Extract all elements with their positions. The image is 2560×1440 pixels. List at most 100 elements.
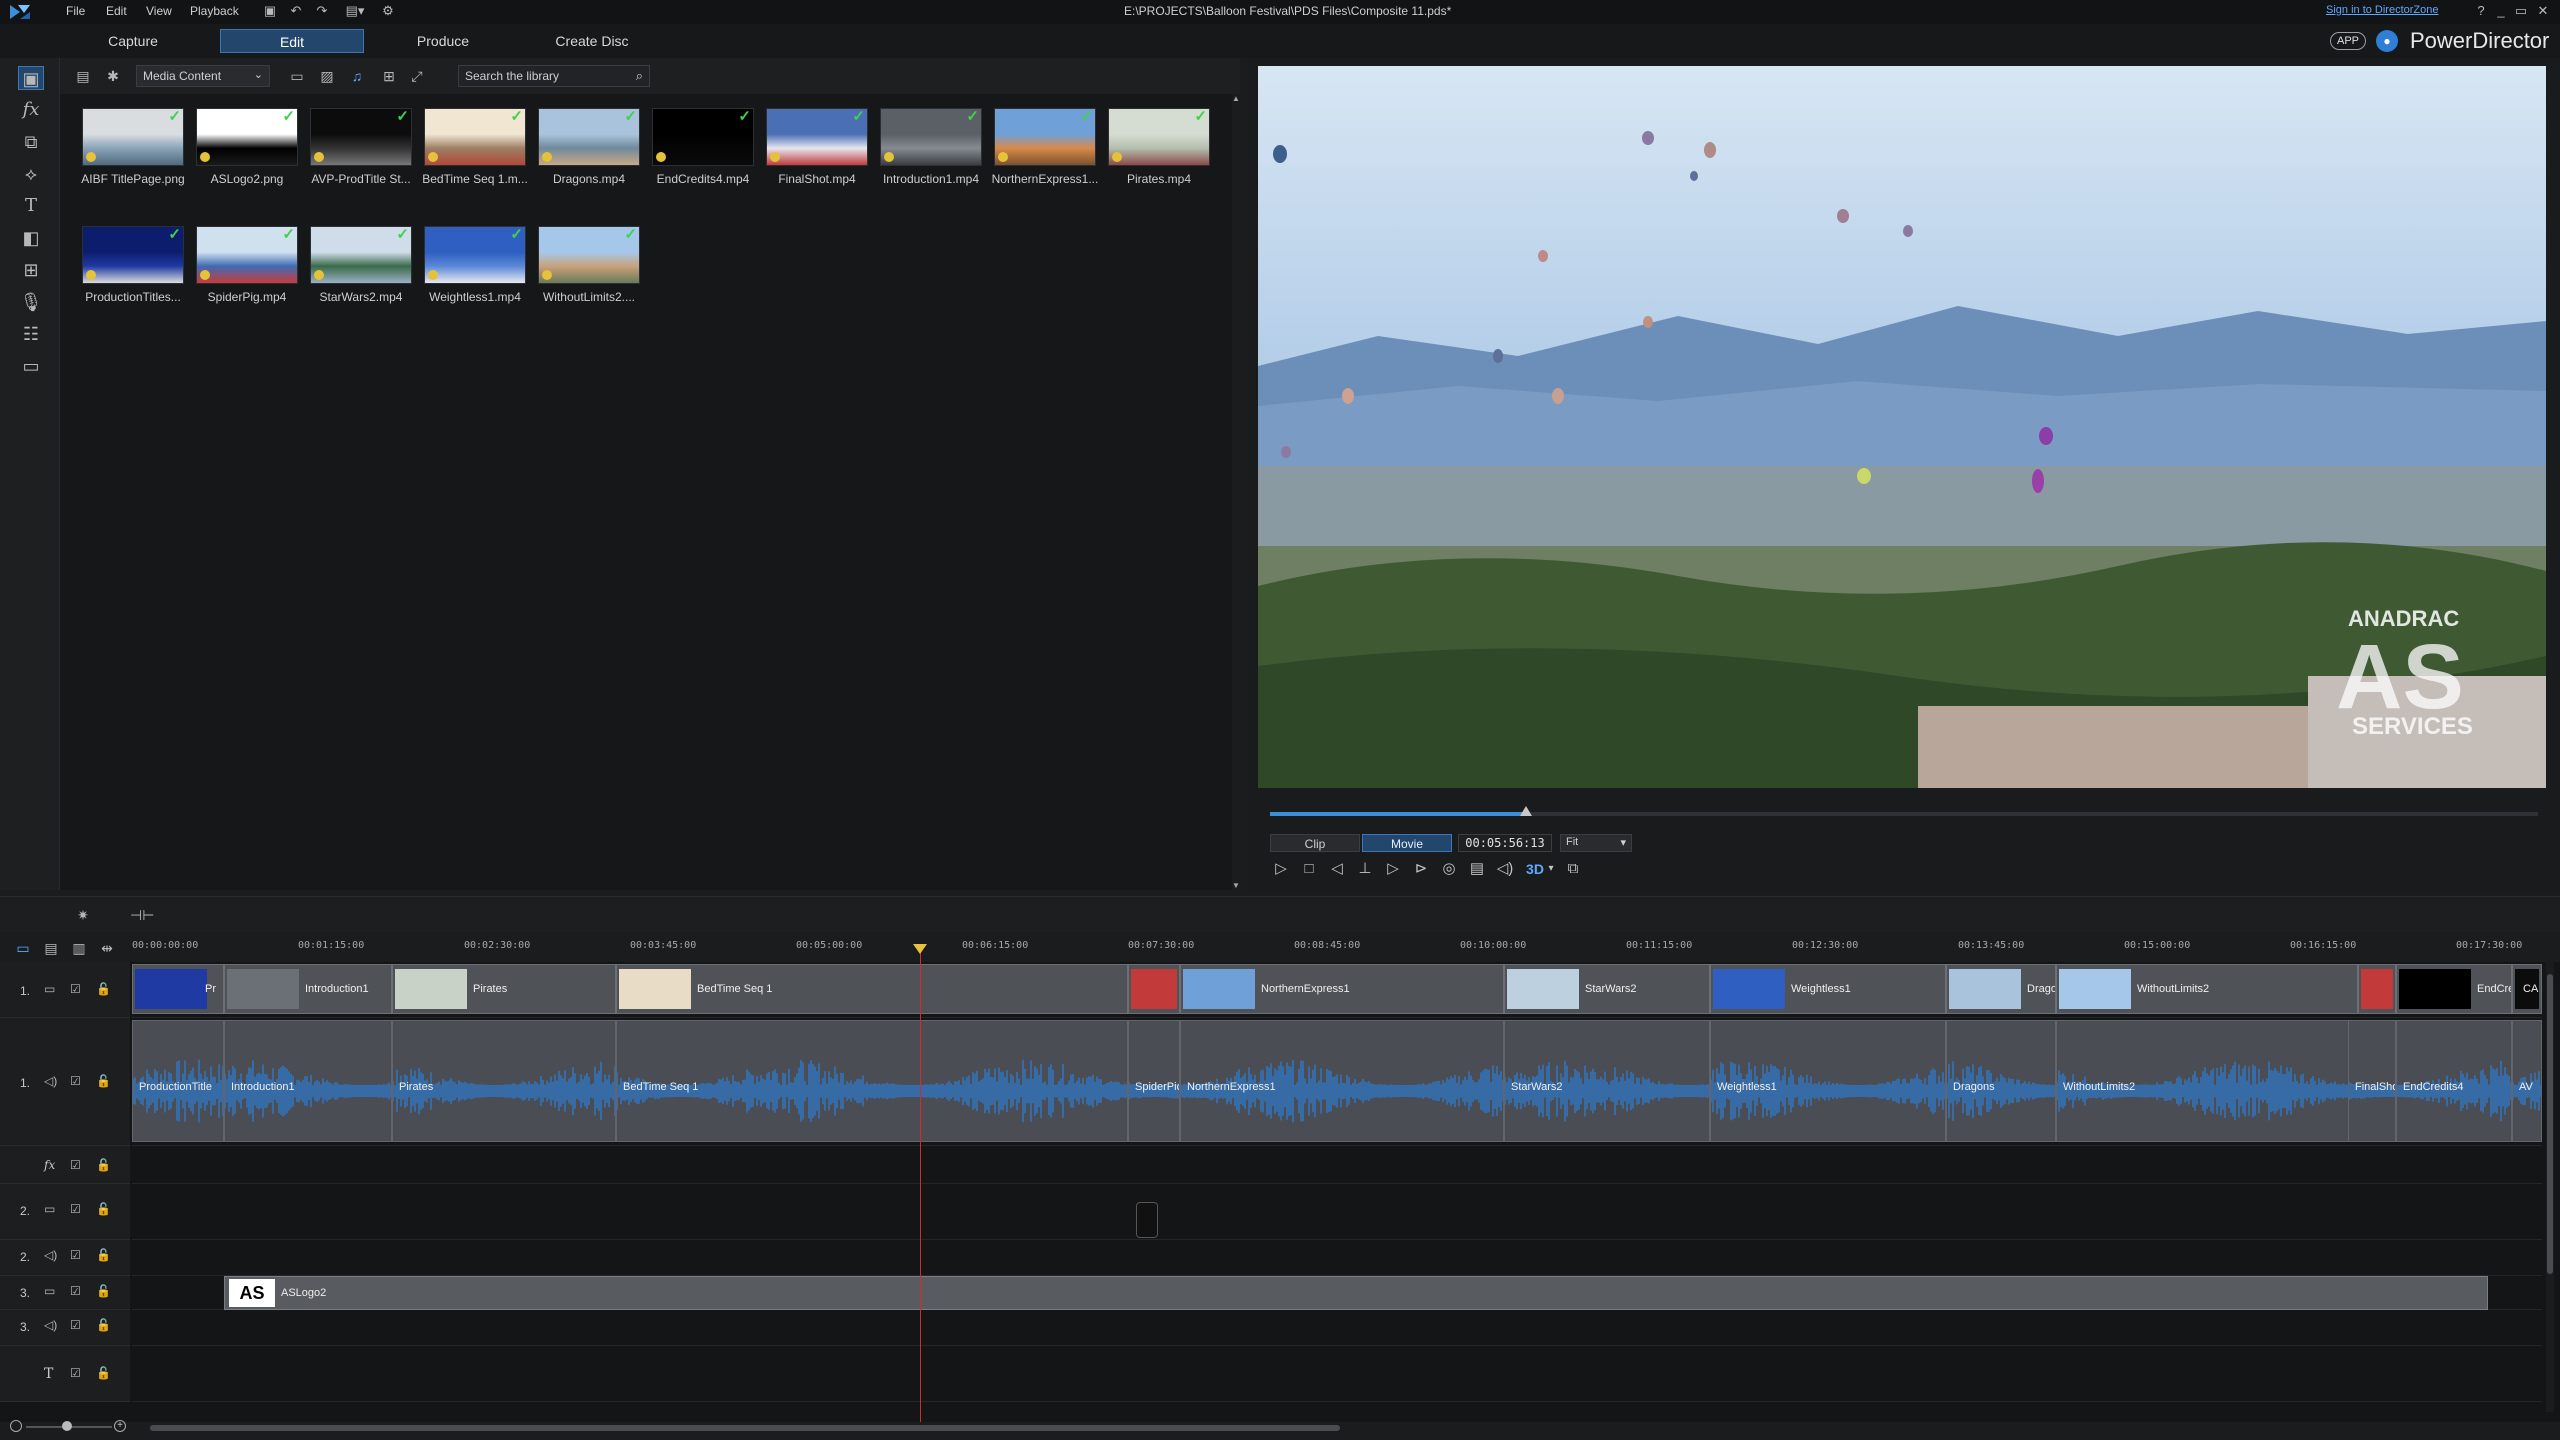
track-lock-icon[interactable]: 🔓 — [96, 1202, 111, 1216]
playback-settings-icon[interactable]: ▤ — [1466, 858, 1488, 880]
video-track-1[interactable]: Pr Introduction1 Pirates BedTime Seq 1 North… — [132, 962, 2542, 1018]
fast-forward-icon[interactable]: ⊳ — [1410, 858, 1432, 880]
playhead-marker[interactable] — [913, 944, 927, 954]
audio-clip[interactable]: EndCredits4 — [2396, 1020, 2512, 1142]
audio-clip[interactable]: FinalSho — [2348, 1020, 2396, 1142]
volume-icon[interactable]: ◁) — [1494, 858, 1516, 880]
audio-clip[interactable]: WithoutLimits2 — [2056, 1020, 2358, 1142]
subtitle-room-icon[interactable]: ▭ — [18, 354, 44, 378]
track-manager-icon[interactable]: ▥ — [68, 938, 90, 958]
overlay-clip[interactable]: AS ASLogo2 — [224, 1276, 2488, 1310]
menu-view[interactable]: View — [146, 4, 172, 18]
timeline-view-icon[interactable]: ▭ — [12, 938, 34, 958]
track-enable-checkbox[interactable]: ☑ — [70, 1158, 81, 1172]
filter-audio-icon[interactable]: ♫ — [346, 66, 368, 86]
play-icon[interactable]: ▷ — [1270, 858, 1292, 880]
pip-room-icon[interactable]: ⧉ — [18, 130, 44, 154]
tab-create-disc[interactable]: Create Disc — [540, 29, 644, 53]
media-thumbnail[interactable]: ✓ — [424, 226, 526, 284]
timecode-display[interactable]: 00:05:56:13 — [1458, 834, 1552, 852]
track-enable-checkbox[interactable]: ☑ — [70, 1074, 81, 1088]
filter-video-icon[interactable]: ▭ — [286, 66, 308, 86]
sign-in-link[interactable]: Sign in to DirectorZone — [2326, 4, 2439, 16]
media-thumbnail[interactable]: ✓ — [196, 226, 298, 284]
timeline-ruler[interactable]: ▭ ▤ ▥ ⇹ 00:00:00:00 00:01:15:00 00:02:30:0… — [0, 934, 2560, 962]
effect-track[interactable] — [132, 1146, 2542, 1184]
plugins-icon[interactable]: ✱ — [102, 66, 124, 86]
timeline-horizontal-scrollbar[interactable] — [140, 1422, 2540, 1434]
chapter-room-icon[interactable]: ☷ — [18, 322, 44, 346]
track-lock-icon[interactable]: 🔓 — [96, 982, 111, 996]
video-track-3[interactable]: AS ASLogo2 — [132, 1276, 2542, 1310]
audio-clip[interactable]: ProductionTitle — [132, 1020, 224, 1142]
particle-room-icon[interactable]: ⟡ — [18, 162, 44, 186]
track-lock-icon[interactable]: 🔓 — [96, 1074, 111, 1088]
undock-preview-icon[interactable]: ⧉ — [1562, 858, 1584, 880]
media-thumbnail[interactable]: ✓ — [538, 108, 640, 166]
next-frame-icon[interactable]: ▷ — [1382, 858, 1404, 880]
movie-mode-tab[interactable]: Movie — [1362, 834, 1452, 852]
media-thumbnail[interactable]: ✓ — [538, 226, 640, 284]
audio-track-1[interactable]: ProductionTitle Introduction1 Pirates BedTi… — [132, 1018, 2542, 1146]
track-enable-checkbox[interactable]: ☑ — [70, 1318, 81, 1332]
menu-playback[interactable]: Playback — [190, 4, 239, 18]
audio-clip[interactable]: Introduction1 — [224, 1020, 392, 1142]
timeline-vertical-scrollbar[interactable] — [2546, 962, 2554, 1412]
track-lock-icon[interactable]: 🔓 — [96, 1318, 111, 1332]
audio-clip[interactable]: Pirates — [392, 1020, 616, 1142]
tab-capture[interactable]: Capture — [90, 29, 176, 53]
video-clip[interactable]: Pr — [132, 964, 224, 1014]
video-clip[interactable] — [2358, 964, 2396, 1014]
track-enable-checkbox[interactable]: ☑ — [70, 1248, 81, 1262]
undo-icon[interactable]: ↶ — [288, 3, 304, 19]
media-thumbnail[interactable]: ✓ — [424, 108, 526, 166]
set-marker-icon[interactable]: ⊥ — [1354, 858, 1376, 880]
previous-frame-icon[interactable]: ◁ — [1326, 858, 1348, 880]
small-clip[interactable] — [1136, 1202, 1158, 1238]
track-lock-icon[interactable]: 🔓 — [96, 1158, 111, 1172]
video-clip[interactable] — [1128, 964, 1180, 1014]
save-icon[interactable]: ▣ — [262, 3, 278, 19]
transition-room-icon[interactable]: ◧ — [18, 226, 44, 250]
media-thumbnail[interactable]: ✓ — [1108, 108, 1210, 166]
media-thumbnail[interactable]: ✓ — [196, 108, 298, 166]
redo-icon[interactable]: ↷ — [314, 3, 330, 19]
app-logo-icon[interactable] — [8, 2, 32, 22]
3d-mode-icon[interactable]: 3D — [1524, 858, 1546, 880]
audio-clip[interactable]: StarWars2 — [1504, 1020, 1710, 1142]
video-clip[interactable]: BedTime Seq 1 — [616, 964, 1128, 1014]
audio-clip[interactable]: AV — [2512, 1020, 2542, 1142]
preview-video[interactable]: ANADRAC AS SERVICES — [1258, 66, 2546, 788]
zoom-handle[interactable] — [62, 1421, 72, 1431]
filter-image-icon[interactable]: ▨ — [316, 66, 338, 86]
media-thumbnail[interactable]: ✓ — [82, 226, 184, 284]
timeline-zoom-slider[interactable]: + — [10, 1418, 126, 1436]
settings-gear-icon[interactable]: ⚙ — [380, 3, 396, 19]
close-button[interactable]: ✕ — [2536, 3, 2550, 19]
audio-clip[interactable]: SpiderPic — [1128, 1020, 1180, 1142]
video-clip[interactable]: Introduction1 — [224, 964, 392, 1014]
maximize-button[interactable]: ▭ — [2514, 3, 2528, 19]
audio-clip[interactable]: Dragons — [1946, 1020, 2056, 1142]
help-button[interactable]: ? — [2474, 3, 2488, 19]
library-scrollbar[interactable]: ▲ ▼ — [1232, 94, 1240, 890]
media-thumbnail[interactable]: ✓ — [766, 108, 868, 166]
track-lock-icon[interactable]: 🔓 — [96, 1248, 111, 1262]
zoom-out-icon[interactable] — [10, 1420, 22, 1432]
zoom-in-icon[interactable]: + — [114, 1420, 126, 1432]
video-clip[interactable]: StarWars2 — [1504, 964, 1710, 1014]
video-clip[interactable]: NorthernExpress1 — [1180, 964, 1504, 1014]
tab-edit[interactable]: Edit — [220, 29, 364, 53]
audio-clip[interactable]: BedTime Seq 1 — [616, 1020, 1128, 1142]
track-enable-checkbox[interactable]: ☑ — [70, 982, 81, 996]
audio-mixing-icon[interactable]: ⊞ — [18, 258, 44, 282]
search-icon[interactable]: ⌕ — [636, 68, 643, 84]
media-thumbnail[interactable]: ✓ — [994, 108, 1096, 166]
minimize-button[interactable]: _ — [2494, 3, 2508, 19]
snapshot-icon[interactable]: ◎ — [1438, 858, 1460, 880]
audio-clip[interactable]: NorthernExpress1 — [1180, 1020, 1504, 1142]
menu-file[interactable]: File — [66, 4, 85, 18]
magic-tools-icon[interactable]: ✷ — [72, 905, 94, 925]
track-enable-checkbox[interactable]: ☑ — [70, 1202, 81, 1216]
fit-timeline-icon[interactable]: ⇹ — [96, 938, 118, 958]
